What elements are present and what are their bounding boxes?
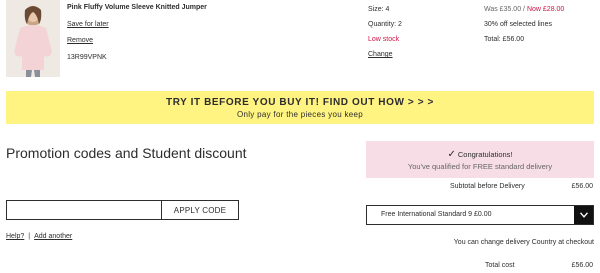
product-pricing: Was £35.00 / Now £28.00 30% off selected… <box>484 5 564 50</box>
subtotal-value: £56.00 <box>571 183 593 190</box>
congrats-title: Congratulations! <box>457 150 513 159</box>
banner-subtitle: Only pay for the pieces you keep <box>236 110 364 119</box>
chevron-down-icon[interactable] <box>574 206 593 224</box>
congrats-title-row: ✓ Congratulations! <box>366 149 594 160</box>
congrats-text: You've qualified for FREE standard deliv… <box>407 162 553 171</box>
product-options: Size: 4 Quantity: 2 Low stock Change <box>368 5 402 65</box>
product-code: 13R99VPNK <box>67 54 107 61</box>
checkmark-icon: ✓ <box>447 149 456 160</box>
total-cost-value: £56.00 <box>571 262 593 269</box>
apply-code-button[interactable]: APPLY CODE <box>161 200 239 220</box>
delivery-option-select[interactable]: Free International Standard 9 £0.00 <box>366 205 594 225</box>
banner-title: TRY IT BEFORE YOU BUY IT! FIND OUT HOW >… <box>165 97 434 108</box>
try-before-buy-banner[interactable]: TRY IT BEFORE YOU BUY IT! FIND OUT HOW >… <box>6 91 594 124</box>
line-total: Total: £56.00 <box>484 36 525 43</box>
product-image[interactable] <box>6 0 60 77</box>
add-another-link[interactable]: Add another <box>34 233 72 240</box>
stock-status: Low stock <box>368 36 400 43</box>
quantity-value: Quantity: 2 <box>368 21 402 28</box>
product-photo <box>6 0 60 77</box>
subtotal-label: Subtotal before Delivery <box>450 183 525 190</box>
help-link[interactable]: Help? <box>6 233 24 240</box>
price-now: Now £28.00 <box>526 6 565 13</box>
promo-section-title: Promotion codes and Student discount <box>6 145 247 161</box>
link-separator: | <box>28 233 31 240</box>
free-delivery-notice: ✓ Congratulations! You've qualified for F… <box>366 141 594 178</box>
delivery-country-note: You can change delivery Country at check… <box>453 239 594 246</box>
promo-help-links: Help? | Add another <box>6 233 72 240</box>
product-details: Pink Fluffy Volume Sleeve Knitted Jumper… <box>67 3 217 62</box>
discount-text: 30% off selected lines <box>484 21 552 28</box>
remove-link[interactable]: Remove <box>67 36 217 45</box>
price-was: Was £35.00 / <box>484 6 525 13</box>
total-cost-label: Total cost <box>485 262 515 269</box>
delivery-option-value: Free International Standard 9 £0.00 <box>381 211 492 218</box>
size-value: Size: 4 <box>368 6 390 13</box>
product-name[interactable]: Pink Fluffy Volume Sleeve Knitted Jumper <box>67 3 217 12</box>
price-line: Was £35.00 / Now £28.00 <box>484 5 564 14</box>
save-for-later-link[interactable]: Save for later <box>67 20 217 29</box>
promo-code-input[interactable] <box>6 200 162 220</box>
change-link[interactable]: Change <box>368 50 402 59</box>
